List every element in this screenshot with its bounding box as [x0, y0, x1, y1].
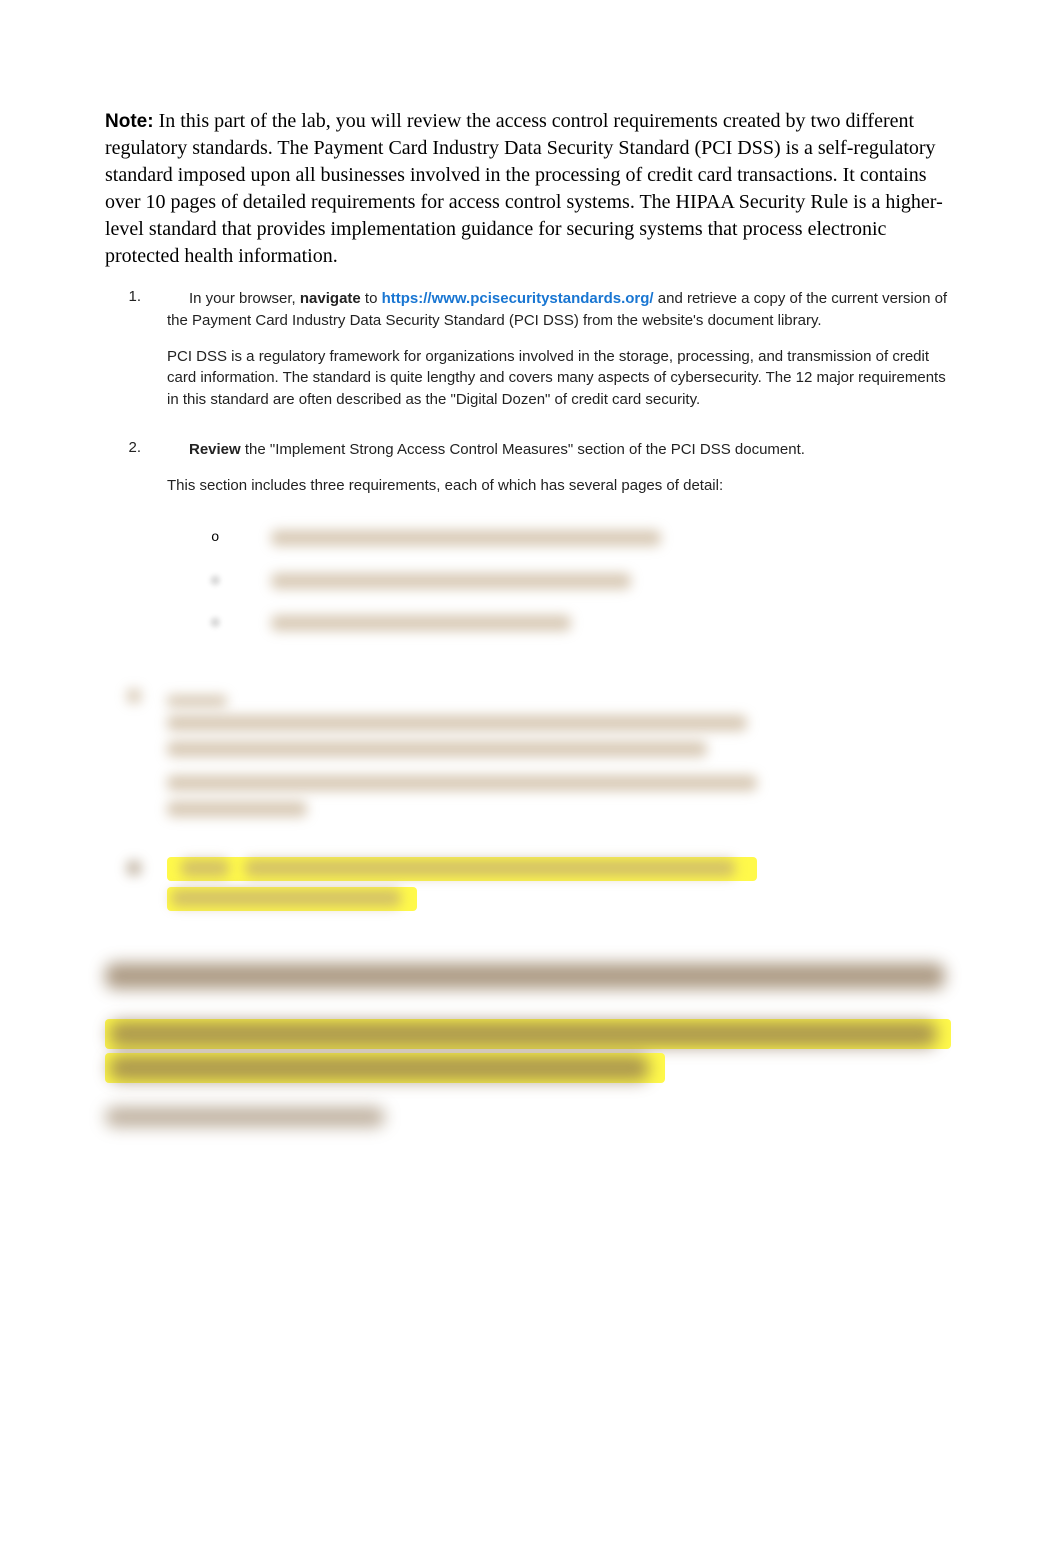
highlighted-redacted-block: [105, 1019, 957, 1083]
bullet-item: o: [211, 528, 957, 548]
redacted-text: [167, 801, 307, 817]
step-body-redacted: [149, 689, 957, 817]
step2-sub: This section includes three requirements…: [167, 475, 957, 497]
step-4-redacted-highlighted: [115, 857, 957, 917]
step1-sub: PCI DSS is a regulatory framework for or…: [167, 346, 957, 411]
highlighted-redacted-line: [167, 887, 957, 911]
bullet-item: o: [211, 571, 957, 591]
instruction-list: 1. In your browser, navigate to https://…: [115, 288, 957, 917]
step1-bold: navigate: [300, 290, 361, 307]
step-number: 1.: [115, 288, 149, 411]
pci-link[interactable]: https://www.pcisecuritystandards.org/: [382, 290, 654, 307]
step-1: 1. In your browser, navigate to https://…: [115, 288, 957, 411]
bullet-marker: o: [211, 528, 271, 548]
redacted-text: [271, 573, 631, 589]
step-body: Review the "Implement Strong Access Cont…: [149, 439, 957, 655]
bullet-list: o o o: [211, 528, 957, 633]
redacted-text: [167, 775, 757, 791]
step-body-redacted: [149, 857, 957, 917]
step-number: 2.: [115, 439, 149, 655]
redacted-text: [105, 1107, 385, 1127]
step-number-redacted: [115, 689, 149, 817]
step-3-redacted: [115, 689, 957, 817]
note-paragraph: Note: In this part of the lab, you will …: [105, 108, 957, 270]
redacted-text: [271, 615, 571, 631]
redacted-text: [167, 695, 227, 707]
bullet-marker: o: [211, 613, 271, 633]
redacted-section: [105, 963, 957, 1127]
redacted-text: [271, 530, 661, 546]
step-2: 2. Review the "Implement Strong Access C…: [115, 439, 957, 655]
step2-after: the "Implement Strong Access Control Mea…: [241, 441, 805, 458]
highlighted-redacted-line: [167, 857, 957, 881]
step1-prefix: In your browser,: [189, 290, 300, 307]
step2-bold: Review: [189, 441, 241, 458]
note-label: Note:: [105, 111, 154, 132]
redacted-heading: [105, 963, 945, 989]
bullet-marker: o: [211, 571, 271, 591]
step-body: In your browser, navigate to https://www…: [149, 288, 957, 411]
redacted-text: [167, 741, 707, 757]
redacted-text: [167, 715, 747, 731]
note-text: In this part of the lab, you will review…: [105, 110, 943, 267]
bullet-item: o: [211, 613, 957, 633]
step1-mid: to: [361, 290, 382, 307]
step-number-redacted: [115, 857, 149, 917]
